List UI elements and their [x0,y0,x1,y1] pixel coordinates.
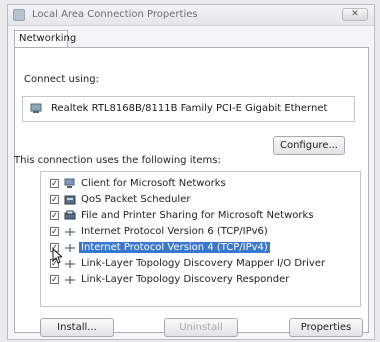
list-item[interactable]: ✓ Link-Layer Topology Discovery Mapper I… [41,256,361,272]
list-item-label: QoS Packet Scheduler [81,194,191,205]
list-item[interactable]: ✓ QoS Packet Scheduler [41,192,361,208]
close-button[interactable]: ✕ [342,8,368,21]
checkbox[interactable]: ✓ [50,275,59,284]
list-item[interactable]: ✓ Client for Microsoft Networks [41,176,361,192]
protocol-icon [65,276,75,284]
qos-scheduler-icon [64,195,76,205]
list-item-label: Internet Protocol Version 6 (TCP/IPv6) [81,226,268,237]
network-connection-icon [13,9,25,21]
checkbox[interactable]: ✓ [50,179,59,188]
list-item[interactable]: ✓ Internet Protocol Version 6 (TCP/IPv6) [41,224,361,240]
protocol-icon [65,260,75,268]
list-item-label: Client for Microsoft Networks [81,178,226,189]
network-client-icon [64,178,75,188]
checkbox[interactable]: ✓ [50,195,59,204]
items-caption: This connection uses the following items… [14,155,221,166]
adapter-name: Realtek RTL8168B/8111B Family PCI-E Giga… [51,103,328,114]
connect-using-label: Connect using: [24,74,99,85]
properties-button[interactable]: Properties [289,318,363,337]
title-bar[interactable]: Local Area Connection Properties ✕ [8,5,374,26]
list-item-label: Link-Layer Topology Discovery Mapper I/O… [81,258,326,269]
protocol-icon [65,244,75,252]
list-item-label: Link-Layer Topology Discovery Responder [81,274,290,285]
network-adapter-icon [30,103,42,113]
list-item[interactable]: ✓ File and Printer Sharing for Microsoft… [41,208,361,224]
adapter-field: Realtek RTL8168B/8111B Family PCI-E Giga… [22,96,355,122]
checkbox[interactable]: ✓ [50,227,59,236]
tab-networking[interactable]: Networking [14,30,76,48]
window-title: Local Area Connection Properties [32,9,198,20]
mouse-cursor-icon [52,248,62,264]
list-item[interactable]: ✓ Link-Layer Topology Discovery Responde… [41,272,361,288]
checkbox[interactable]: ✓ [50,211,59,220]
items-list[interactable]: ✓ Client for Microsoft Networks ✓ QoS Pa… [40,171,361,307]
list-item-label: File and Printer Sharing for Microsoft N… [81,210,314,221]
uninstall-button[interactable]: Uninstall [164,318,238,337]
list-item-selected[interactable]: ✓ Internet Protocol Version 4 (TCP/IPv4) [41,240,361,256]
protocol-icon [65,228,75,236]
file-printer-sharing-icon [64,210,76,220]
configure-button[interactable]: Configure... [273,136,345,155]
list-item-label: Internet Protocol Version 4 (TCP/IPv4) [79,242,270,253]
install-button[interactable]: Install... [40,318,114,337]
